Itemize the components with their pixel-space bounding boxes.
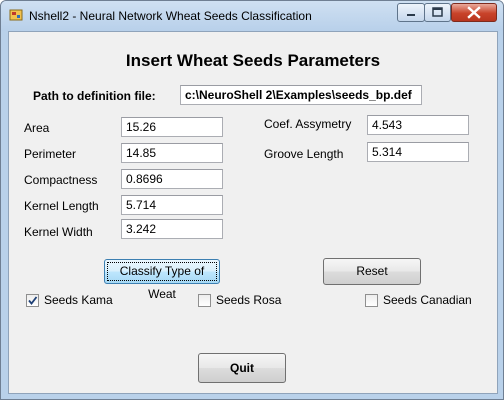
seeds-canadian-checkbox[interactable]: Seeds Canadian	[365, 293, 472, 307]
reset-button-label: Reset	[356, 264, 388, 278]
minimize-icon	[407, 14, 415, 16]
seeds-rosa-checkbox[interactable]: Seeds Rosa	[198, 293, 281, 307]
quit-button[interactable]: Quit	[198, 353, 286, 383]
app-icon[interactable]	[9, 8, 23, 22]
definition-file-field[interactable]: c:\NeuroShell 2\Examples\seeds_bp.def	[180, 85, 422, 105]
compactness-label: Compactness	[24, 173, 98, 187]
title-bar[interactable]: Nshell2 - Neural Network Wheat Seeds Cla…	[1, 1, 503, 31]
form-client-area: Insert Wheat Seeds Parameters Path to de…	[8, 31, 498, 394]
reset-button[interactable]: Reset	[323, 258, 421, 285]
perimeter-label: Perimeter	[24, 147, 77, 161]
quit-button-label: Quit	[230, 361, 254, 375]
app-window: Nshell2 - Neural Network Wheat Seeds Cla…	[0, 0, 504, 400]
seeds-canadian-box[interactable]	[365, 293, 378, 307]
seeds-rosa-box[interactable]	[198, 293, 211, 307]
kernel-length-label: Kernel Length	[24, 199, 99, 213]
coef-assymetry-field[interactable]: 4.543	[367, 115, 469, 135]
seeds-kama-checkbox[interactable]: Seeds Kama	[26, 293, 113, 307]
groove-length-field[interactable]: 5.314	[367, 142, 469, 162]
coef-assymetry-label: Coef. Assymetry	[264, 117, 352, 131]
area-field[interactable]: 15.26	[121, 117, 223, 137]
check-icon	[28, 295, 38, 305]
seeds-rosa-label: Seeds Rosa	[216, 293, 282, 307]
kernel-width-field[interactable]: 3.242	[121, 219, 223, 239]
kernel-width-label: Kernel Width	[24, 225, 93, 239]
seeds-kama-box[interactable]	[26, 293, 39, 307]
definition-file-label: Path to definition file:	[33, 89, 156, 103]
seeds-kama-label: Seeds Kama	[44, 293, 113, 307]
maximize-button[interactable]	[424, 3, 451, 22]
classify-button[interactable]: Classify Type of Weat	[104, 259, 220, 301]
compactness-field[interactable]: 0.8696	[121, 169, 223, 189]
maximize-icon	[432, 7, 443, 17]
close-icon	[467, 6, 481, 19]
close-button[interactable]	[451, 3, 497, 22]
groove-length-label: Groove Length	[264, 147, 344, 161]
window-title: Nshell2 - Neural Network Wheat Seeds Cla…	[29, 9, 312, 23]
focus-ring	[107, 262, 217, 281]
minimize-button[interactable]	[397, 3, 425, 22]
seeds-canadian-label: Seeds Canadian	[383, 293, 472, 307]
perimeter-field[interactable]: 14.85	[121, 143, 223, 163]
area-label: Area	[24, 121, 50, 135]
kernel-length-field[interactable]: 5.714	[121, 195, 223, 215]
page-title: Insert Wheat Seeds Parameters	[125, 51, 381, 70]
